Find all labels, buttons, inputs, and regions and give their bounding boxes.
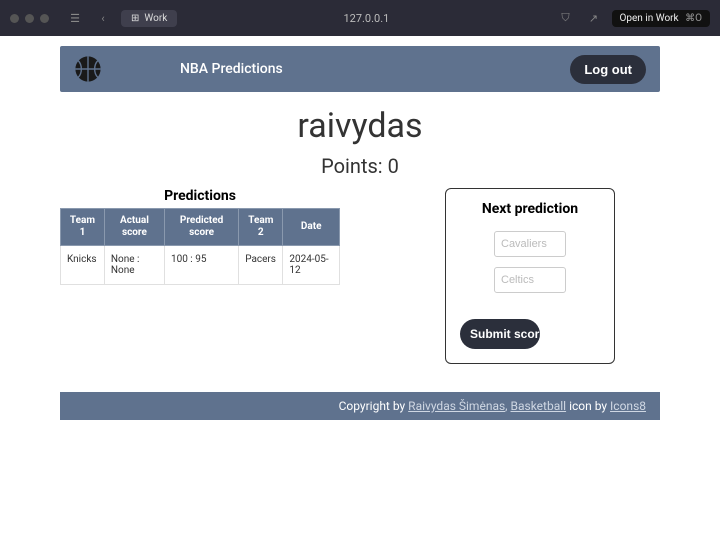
next-prediction-panel: Next prediction Submit scores — [445, 188, 615, 364]
col-predicted: Predicted score — [164, 209, 238, 246]
tab-label: Work — [144, 13, 167, 24]
back-icon[interactable]: ‹ — [93, 8, 113, 28]
grid-icon: ⊞ — [131, 13, 139, 24]
footer-icon-by: icon by — [569, 399, 610, 413]
username-heading: raivydas — [60, 106, 660, 146]
basketball-icon — [74, 55, 102, 83]
table-row: Knicks None : None 100 : 95 Pacers 2024-… — [61, 246, 340, 285]
cell-team1: Knicks — [61, 246, 105, 285]
points-label: Points: 0 — [60, 154, 660, 178]
cell-team2: Pacers — [239, 246, 283, 285]
app-header: NBA Predictions Log out — [60, 46, 660, 92]
col-team2: Team 2 — [239, 209, 283, 246]
open-in-work-button[interactable]: Open in Work ⌘O — [612, 10, 711, 27]
footer-basketball-link[interactable]: Basketball — [511, 399, 567, 413]
footer-prefix: Copyright by — [339, 399, 409, 413]
next-prediction-title: Next prediction — [460, 201, 600, 217]
viewport: NBA Predictions Log out raivydas Points:… — [0, 36, 720, 540]
footer: Copyright by Raivydas Šimėnas, Basketbal… — [60, 392, 660, 420]
footer-author-link[interactable]: Raivydas Šimėnas — [408, 399, 505, 413]
col-actual: Actual score — [104, 209, 164, 246]
sidebar-toggle-icon[interactable]: ☰ — [65, 8, 85, 28]
col-team1: Team 1 — [61, 209, 105, 246]
share-icon[interactable]: ↗ — [584, 8, 604, 28]
brand-title: NBA Predictions — [180, 61, 283, 77]
cell-predicted: 100 : 95 — [164, 246, 238, 285]
predictions-table: Team 1 Actual score Predicted score Team… — [60, 208, 340, 285]
team1-input[interactable] — [494, 231, 566, 257]
dot — [10, 14, 19, 23]
col-date: Date — [283, 209, 340, 246]
predictions-title: Predictions — [60, 188, 340, 204]
submit-scores-button[interactable]: Submit scores — [460, 319, 540, 349]
shortcut-hint: ⌘O — [685, 13, 702, 24]
browser-chrome: ☰ ‹ ⊞ Work 127.0.0.1 ⛉ ↗ Open in Work ⌘O — [0, 0, 720, 36]
shield-icon[interactable]: ⛉ — [556, 8, 576, 28]
dot — [40, 14, 49, 23]
browser-tab[interactable]: ⊞ Work — [121, 10, 177, 27]
cell-date: 2024-05-12 — [283, 246, 340, 285]
dot — [25, 14, 34, 23]
window-dots — [10, 14, 49, 23]
logout-button[interactable]: Log out — [570, 55, 646, 84]
footer-icons8-link[interactable]: Icons8 — [610, 399, 646, 413]
cell-actual: None : None — [104, 246, 164, 285]
team2-input[interactable] — [494, 267, 566, 293]
address-bar[interactable]: 127.0.0.1 — [185, 12, 547, 25]
